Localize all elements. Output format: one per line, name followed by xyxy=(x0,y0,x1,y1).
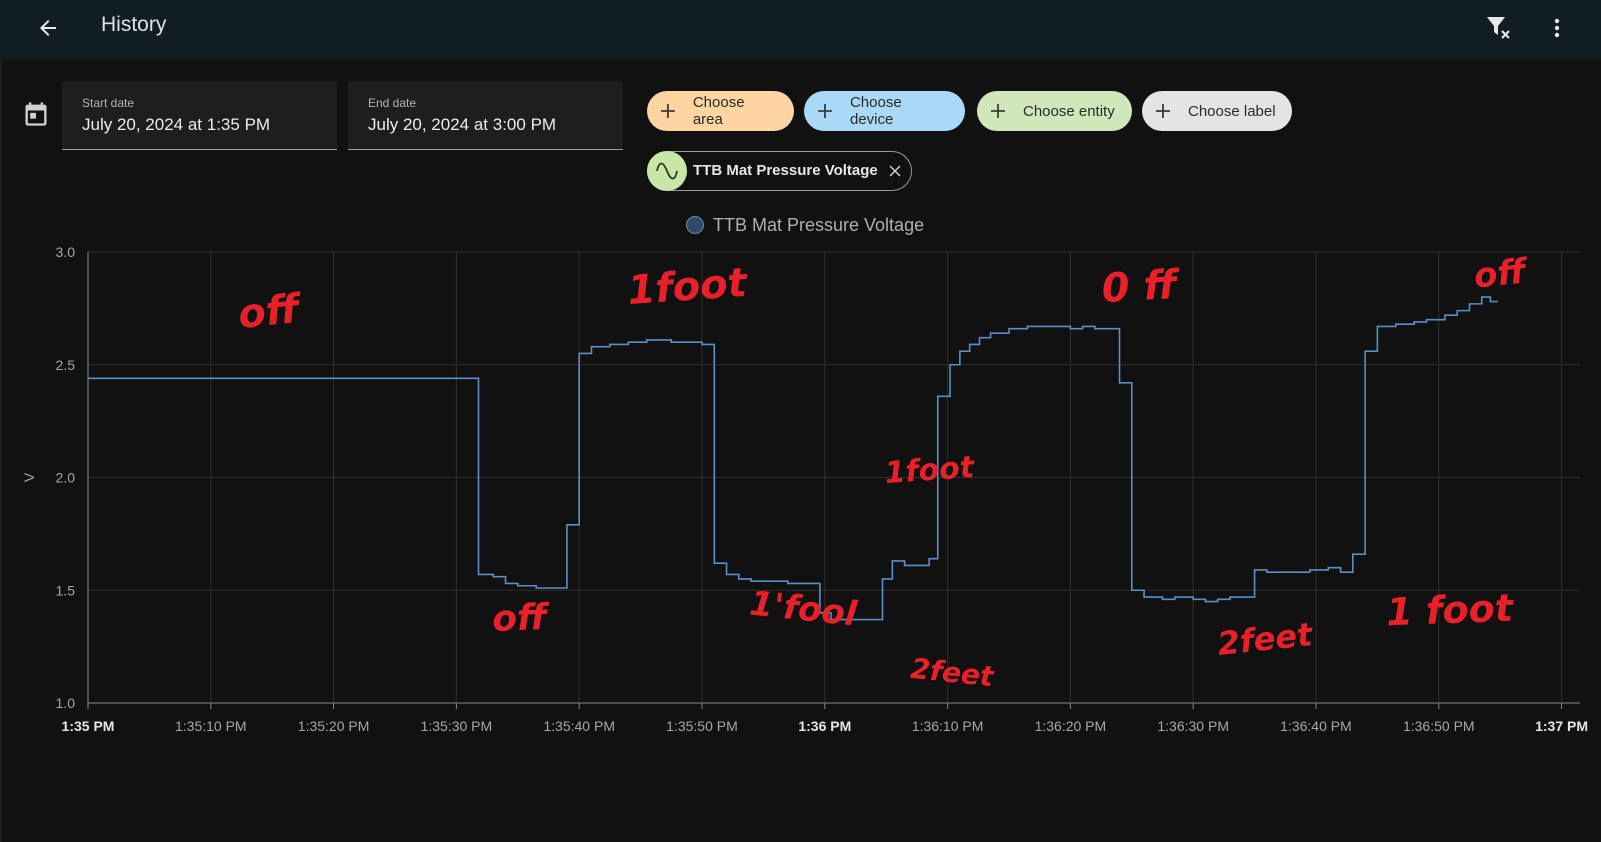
end-date-field[interactable]: End date July 20, 2024 at 3:00 PM xyxy=(348,81,623,150)
handwritten-annotation: 1foot xyxy=(626,260,750,314)
chart-legend[interactable]: TTB Mat Pressure Voltage xyxy=(686,214,924,236)
handwritten-annotation: 1'fool xyxy=(748,584,860,635)
clear-filter-button[interactable] xyxy=(1479,8,1519,48)
selected-entity-chip[interactable]: TTB Mat Pressure Voltage xyxy=(647,151,912,191)
x-tick-label: 1:35:30 PM xyxy=(421,718,493,734)
y-tick-label: 2.5 xyxy=(56,357,76,373)
end-date-value: July 20, 2024 at 3:00 PM xyxy=(368,115,557,134)
start-date-label: Start date xyxy=(82,96,135,110)
x-tick-label: 1:35:50 PM xyxy=(666,718,738,734)
back-button[interactable] xyxy=(28,8,68,48)
choose-label-chip[interactable]: Choose label xyxy=(1142,91,1292,131)
top-app-bar: History xyxy=(0,0,1601,60)
handwritten-annotation: off xyxy=(236,286,305,338)
x-tick-label: 1:36:10 PM xyxy=(912,718,984,734)
x-tick-label: 1:36 PM xyxy=(798,718,851,734)
y-axis-label: V xyxy=(21,472,37,482)
history-chart: 1.0 1.5 2.0 2.5 3.0 V 1:35 PM 1:35:10 PM 1:35:20… xyxy=(21,244,1588,734)
plus-icon xyxy=(817,104,832,118)
choose-device-chip[interactable]: Choose device xyxy=(804,91,965,131)
chip-label: Choose entity xyxy=(1023,102,1115,120)
x-tick-label: 1:35:40 PM xyxy=(543,718,615,734)
handwritten-annotation: 2feet xyxy=(1216,615,1316,663)
x-tick-label: 1:36:50 PM xyxy=(1403,718,1475,734)
handwritten-annotation: 2feet xyxy=(909,652,997,694)
y-tick-label: 1.5 xyxy=(56,582,76,598)
more-options-button[interactable] xyxy=(1537,8,1577,48)
start-date-value: July 20, 2024 at 1:35 PM xyxy=(82,115,271,134)
chip-label: Choose device xyxy=(849,94,902,128)
y-tick-label: 3.0 xyxy=(56,244,76,260)
plus-icon xyxy=(1156,104,1170,118)
series-line xyxy=(88,296,1498,621)
remove-entity-button[interactable] xyxy=(885,160,905,182)
x-tick-label: 1:35 PM xyxy=(62,718,115,734)
x-tick-label: 1:35:10 PM xyxy=(175,718,247,734)
handwritten-annotation: 1foot xyxy=(883,450,976,491)
close-icon xyxy=(889,165,901,177)
choose-entity-chip[interactable]: Choose entity xyxy=(977,91,1132,131)
handwritten-annotation: 0 ff xyxy=(1101,262,1182,312)
x-tick-label: 1:36:30 PM xyxy=(1157,718,1229,734)
chip-label: Choose area xyxy=(692,94,745,128)
end-date-label: End date xyxy=(368,96,417,110)
x-tick-label: 1:35:20 PM xyxy=(298,718,370,734)
plus-icon xyxy=(991,104,1005,118)
y-tick-label: 1.0 xyxy=(56,695,76,711)
choose-area-chip[interactable]: Choose area xyxy=(647,91,794,131)
calendar-icon[interactable] xyxy=(22,100,50,128)
x-tick-label: 1:37 PM xyxy=(1535,718,1588,734)
dots-vertical-icon xyxy=(1554,18,1560,38)
legend-label: TTB Mat Pressure Voltage xyxy=(713,214,925,235)
chip-label: Choose label xyxy=(1188,102,1276,120)
handwritten-annotation: off xyxy=(1472,251,1531,297)
page-title: History xyxy=(101,13,167,36)
sine-wave-icon xyxy=(647,151,687,191)
filter-remove-icon xyxy=(1487,17,1510,39)
selected-entity-name: TTB Mat Pressure Voltage xyxy=(693,162,878,179)
handwritten-annotation: 1 foot xyxy=(1386,586,1516,634)
legend-swatch xyxy=(686,216,704,234)
handwritten-annotation: off xyxy=(492,597,551,640)
y-tick-label: 2.0 xyxy=(56,470,76,486)
x-tick-label: 1:36:20 PM xyxy=(1035,718,1107,734)
arrow-left-icon xyxy=(40,20,56,36)
plus-icon xyxy=(660,104,675,118)
x-tick-label: 1:36:40 PM xyxy=(1280,718,1352,734)
start-date-field[interactable]: Start date July 20, 2024 at 1:35 PM xyxy=(62,81,337,150)
